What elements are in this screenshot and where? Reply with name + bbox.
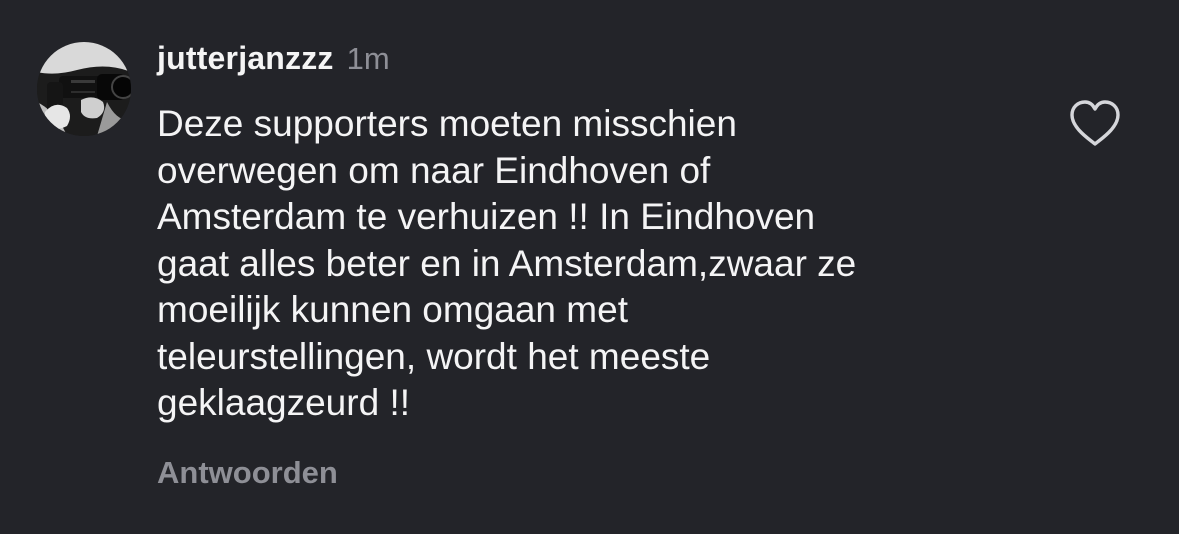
comment-text-line: teleurstellingen, wordt het meeste: [157, 335, 711, 377]
comment-header: jutterjanzzz 1m: [157, 40, 390, 84]
comment-text: Deze supporters moeten misschien overweg…: [157, 101, 1037, 427]
like-button[interactable]: [1067, 98, 1123, 150]
comment-text-line: overwegen om naar Eindhoven of: [157, 149, 711, 191]
comment-text-line: Deze supporters moeten misschien: [157, 103, 737, 144]
heart-outline-icon: [1070, 100, 1120, 146]
username[interactable]: jutterjanzzz: [157, 40, 334, 77]
reply-button[interactable]: Antwoorden: [157, 455, 338, 491]
avatar[interactable]: [37, 42, 131, 136]
comment-text-line: Amsterdam te verhuizen !! In Eindhoven: [157, 196, 816, 237]
comment: jutterjanzzz 1m Deze supporters moeten m…: [0, 0, 1179, 534]
timestamp: 1m: [346, 41, 390, 76]
comment-text-line: geklaagzeurd !!: [157, 382, 411, 423]
comment-text-line: moeilijk kunnen omgaan met: [157, 289, 628, 330]
comment-text-line: gaat alles beter en in Amsterdam,zwaar z…: [157, 242, 857, 284]
avatar-photo-icon: [37, 42, 131, 136]
